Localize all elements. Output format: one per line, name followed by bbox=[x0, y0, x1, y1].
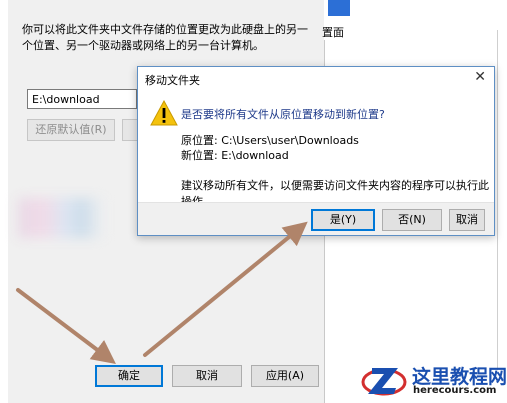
ok-button[interactable]: 确定 bbox=[95, 365, 163, 387]
cancel-button[interactable]: 取消 bbox=[172, 365, 242, 387]
tab-indicator bbox=[328, 0, 350, 16]
location-description: 你可以将此文件夹中文件存储的位置更改为此硬盘上的另一个位置、另一个驱动器或网络上… bbox=[22, 23, 308, 52]
path-input[interactable]: E:\download bbox=[27, 89, 137, 109]
yes-button[interactable]: 是(Y) bbox=[311, 209, 375, 231]
dialog-title: 移动文件夹 bbox=[145, 74, 200, 87]
blurred-region bbox=[18, 198, 104, 238]
close-icon[interactable]: ✕ bbox=[474, 69, 486, 85]
dialog-cancel-button[interactable]: 取消 bbox=[449, 209, 485, 231]
move-folder-dialog: 移动文件夹 ✕ 是否要将所有文件从原位置移动到新位置? 原位置: C:\User… bbox=[137, 66, 495, 236]
watermark-logo bbox=[361, 368, 407, 396]
dialog-footer: 是(Y) 否(N) 取消 bbox=[138, 202, 494, 235]
warning-icon bbox=[150, 100, 178, 126]
watermark-url: herecours.com bbox=[413, 385, 497, 396]
tab-fragment-label: 置面 bbox=[322, 26, 344, 39]
apply-button[interactable]: 应用(A) bbox=[251, 365, 319, 387]
restore-default-button[interactable]: 还原默认值(R) bbox=[27, 119, 115, 141]
location-info: 原位置: C:\Users\user\Downloads 新位置: E:\dow… bbox=[181, 133, 359, 163]
window-border bbox=[497, 30, 498, 370]
original-location: 原位置: C:\Users\user\Downloads bbox=[181, 134, 359, 147]
no-button[interactable]: 否(N) bbox=[382, 209, 442, 231]
new-location: 新位置: E:\download bbox=[181, 149, 289, 162]
tab-strip bbox=[324, 0, 504, 40]
dialog-question: 是否要将所有文件从原位置移动到新位置? bbox=[181, 108, 385, 121]
